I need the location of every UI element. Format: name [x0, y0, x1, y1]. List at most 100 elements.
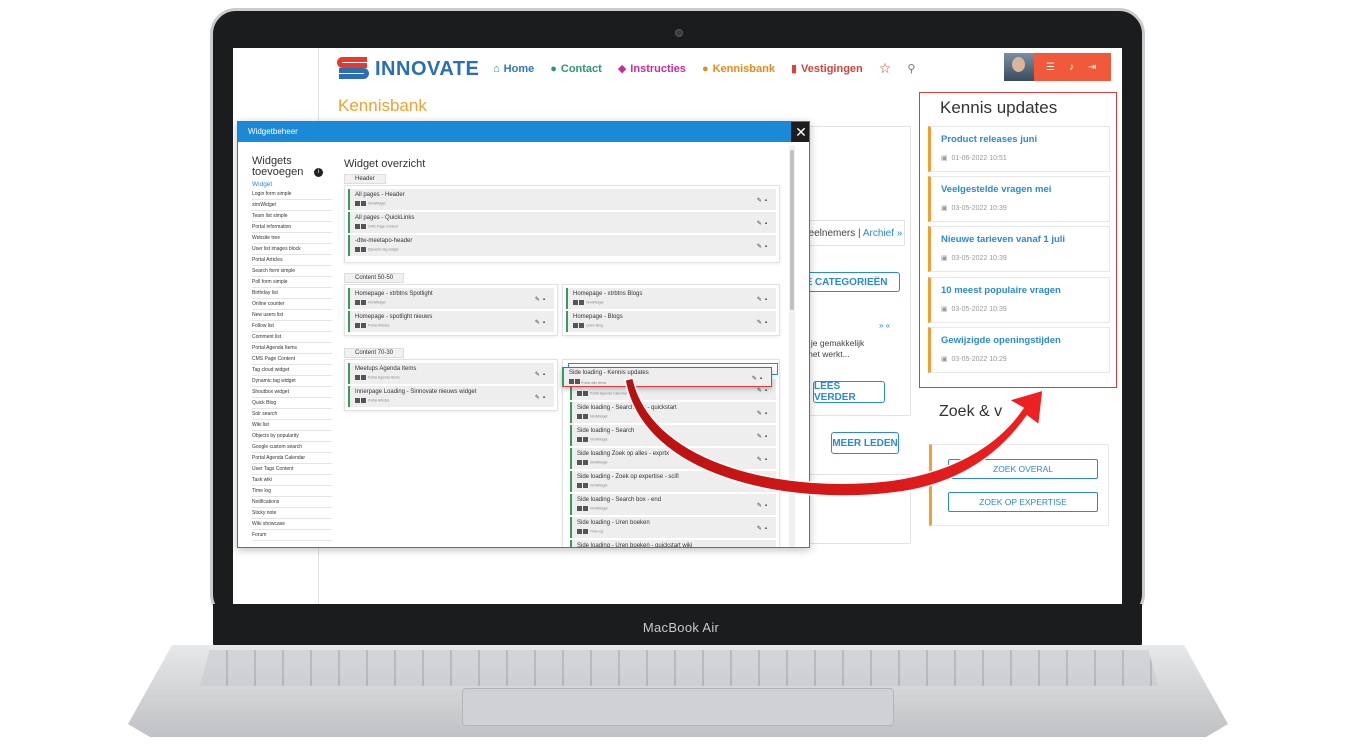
- list-item[interactable]: Follow list: [252, 321, 332, 332]
- list-item[interactable]: New users list: [252, 310, 332, 321]
- widget-row[interactable]: Homepage - Blogs Quick Blog ✎▪: [566, 311, 776, 332]
- widget-row[interactable]: Side loading - Zoek op expertise - scifi…: [570, 471, 776, 492]
- list-item[interactable]: Poll form simple: [252, 277, 332, 288]
- edit-delete-icons[interactable]: ✎▪: [757, 197, 770, 204]
- sidebar-widget-link[interactable]: Widget: [252, 181, 332, 188]
- list-item[interactable]: User list images block: [252, 244, 332, 255]
- nav-kennisbank[interactable]: ● Kennisbank: [702, 60, 775, 77]
- widget-row[interactable]: Homepage - spotlight nieuws Portal Artic…: [348, 311, 554, 332]
- meer-leden-button[interactable]: MEER LEDEN: [831, 432, 899, 454]
- info-icon[interactable]: i: [314, 168, 323, 177]
- list-item[interactable]: Comment list: [252, 332, 332, 343]
- scrollbar-thumb[interactable]: [790, 150, 794, 310]
- zoek-expertise-button[interactable]: ZOEK OP EXPERTISE: [948, 492, 1098, 512]
- widget-row[interactable]: Side loading Zoek op alles - exprtx html…: [570, 448, 776, 469]
- widget-row[interactable]: Side loading - Uren boeken - quickstart …: [570, 540, 776, 547]
- list-item[interactable]: Shoutbox widget: [252, 387, 332, 398]
- widget-row[interactable]: All pages - QuickLinks CMS Page Content ✎…: [348, 212, 776, 233]
- list-item[interactable]: Wiki showcase: [252, 519, 332, 530]
- edit-delete-icons[interactable]: ✎▪: [757, 387, 770, 394]
- list-item[interactable]: Search form simple: [252, 266, 332, 277]
- edit-delete-icons[interactable]: ✎▪: [752, 375, 765, 382]
- edit-delete-icons[interactable]: ✎▪: [757, 479, 770, 486]
- logo[interactable]: INNOVATE: [335, 54, 479, 84]
- list-item[interactable]: Google custom search: [252, 442, 332, 453]
- list-item[interactable]: Forum: [252, 530, 332, 541]
- widget-type-icon: [579, 323, 584, 328]
- list-item[interactable]: Nieuwe tarieven vanaf 1 juli ▣ 03-05-202…: [928, 226, 1110, 272]
- list-item[interactable]: Veelgestelde vragen mei ▣ 03-05-2022 10:…: [928, 176, 1110, 222]
- list-item[interactable]: Portal information: [252, 222, 332, 233]
- content-box-lower: [793, 474, 911, 544]
- edit-delete-icons[interactable]: ✎▪: [757, 456, 770, 463]
- edit-delete-icons[interactable]: ✎▪: [757, 319, 770, 326]
- list-item[interactable]: CMS Page Content: [252, 354, 332, 365]
- list-item[interactable]: Tag cloud widget: [252, 365, 332, 376]
- list-item[interactable]: Dynamic tag widget: [252, 376, 332, 387]
- user-bar: ☰ ♪ ⇥: [1004, 53, 1111, 81]
- list-item[interactable]: Task wiki: [252, 475, 332, 486]
- list-item[interactable]: xtrnWidget: [252, 200, 332, 211]
- edit-delete-icons[interactable]: ✎▪: [757, 296, 770, 303]
- edit-delete-icons[interactable]: ✎▪: [757, 502, 770, 509]
- list-item[interactable]: Product releases juni ▣ 01-06-2022 10:51: [928, 126, 1110, 172]
- list-item[interactable]: Solr search: [252, 409, 332, 420]
- widget-row[interactable]: Meetups Agenda Items Portal Agenda Items…: [348, 363, 554, 384]
- edit-delete-icons[interactable]: ✎▪: [535, 319, 548, 326]
- list-item[interactable]: Wiki list: [252, 420, 332, 431]
- lees-verder-button[interactable]: LEES VERDER: [813, 381, 885, 403]
- list-item[interactable]: Login form simple: [252, 189, 332, 200]
- widget-row[interactable]: Side loading - Search box - quickstart h…: [570, 402, 776, 423]
- bell-icon[interactable]: ♪: [1069, 62, 1074, 73]
- logout-icon[interactable]: ⇥: [1088, 62, 1096, 73]
- widget-row[interactable]: -dtw-meetapo-header Dynamic tag widget ✎▪: [348, 235, 776, 256]
- list-item[interactable]: Team list simple: [252, 211, 332, 222]
- nav-instructies[interactable]: ◆ Instructies: [618, 60, 686, 77]
- edit-delete-icons[interactable]: ✎▪: [757, 410, 770, 417]
- nav-vestigingen[interactable]: ▮ Vestigingen: [791, 60, 863, 77]
- list-item[interactable]: Online counter: [252, 299, 332, 310]
- list-item[interactable]: Time log: [252, 486, 332, 497]
- widget-row[interactable]: Homepage - xtrbtns Spotlight htmlWidget ✎…: [348, 288, 554, 309]
- list-item[interactable]: Portal Articles: [252, 255, 332, 266]
- edit-delete-icons[interactable]: ✎▪: [535, 394, 548, 401]
- edit-delete-icons[interactable]: ✎▪: [757, 525, 770, 532]
- list-item[interactable]: Objects by popularity: [252, 431, 332, 442]
- favorite-star-icon[interactable]: ☆: [879, 60, 892, 77]
- nav-arrows[interactable]: » «: [879, 321, 890, 330]
- widget-row[interactable]: All pages - Header htmlWidget ✎▪: [348, 189, 776, 210]
- search-icon[interactable]: ⚲: [907, 60, 915, 77]
- list-item[interactable]: Birthday list: [252, 288, 332, 299]
- close-icon[interactable]: ✕: [791, 122, 809, 142]
- list-item[interactable]: Website tree: [252, 233, 332, 244]
- widget-row[interactable]: Side loading - Search htmlWidget ✎▪: [570, 425, 776, 446]
- zoek-overal-button[interactable]: ZOEK OVERAL: [948, 459, 1098, 479]
- menu-icon[interactable]: ☰: [1046, 62, 1055, 73]
- edit-delete-icons[interactable]: ✎▪: [535, 371, 548, 378]
- edit-delete-icons[interactable]: ✎▪: [535, 296, 548, 303]
- list-item[interactable]: Sticky note: [252, 508, 332, 519]
- edit-delete-icons[interactable]: ✎▪: [757, 433, 770, 440]
- graduation-cap-icon: ◆: [617, 63, 627, 75]
- nav-home[interactable]: ⌂ Home: [493, 60, 534, 77]
- edit-delete-icons[interactable]: ✎▪: [757, 243, 770, 250]
- section-header-tag: Header: [344, 174, 386, 184]
- widget-row[interactable]: Homepage - xtrbtns Blogs htmlWidget ✎▪: [566, 288, 776, 309]
- list-item[interactable]: Gewijzigde openingstijden ▣ 03-05-2022 1…: [928, 327, 1110, 373]
- nav-contact[interactable]: ● Contact: [550, 60, 602, 77]
- list-item[interactable]: Notifications: [252, 497, 332, 508]
- list-item[interactable]: Portal Agenda Items: [252, 343, 332, 354]
- avatar[interactable]: [1004, 53, 1034, 81]
- widget-row[interactable]: Side loading - Search box - end htmlWidg…: [570, 494, 776, 515]
- list-item[interactable]: Quick Blog: [252, 398, 332, 409]
- list-item[interactable]: User Tags Content: [252, 464, 332, 475]
- dragged-widget[interactable]: Side loading - Kennis updates Portal wik…: [562, 367, 772, 387]
- home-icon: ⌂: [493, 62, 500, 75]
- edit-delete-icons[interactable]: ✎▪: [757, 220, 770, 227]
- archief-link[interactable]: Archief »: [863, 228, 902, 239]
- widget-type-icon: [577, 414, 582, 419]
- widget-row[interactable]: Innerpage Loading - Sinnovate nieuws wid…: [348, 386, 554, 407]
- list-item[interactable]: Portal Agenda Calendar: [252, 453, 332, 464]
- widget-row[interactable]: Side loading - Uren boeken Time log ✎▪: [570, 517, 776, 538]
- list-item[interactable]: 10 meest populaire vragen ▣ 03-05-2022 1…: [928, 277, 1110, 323]
